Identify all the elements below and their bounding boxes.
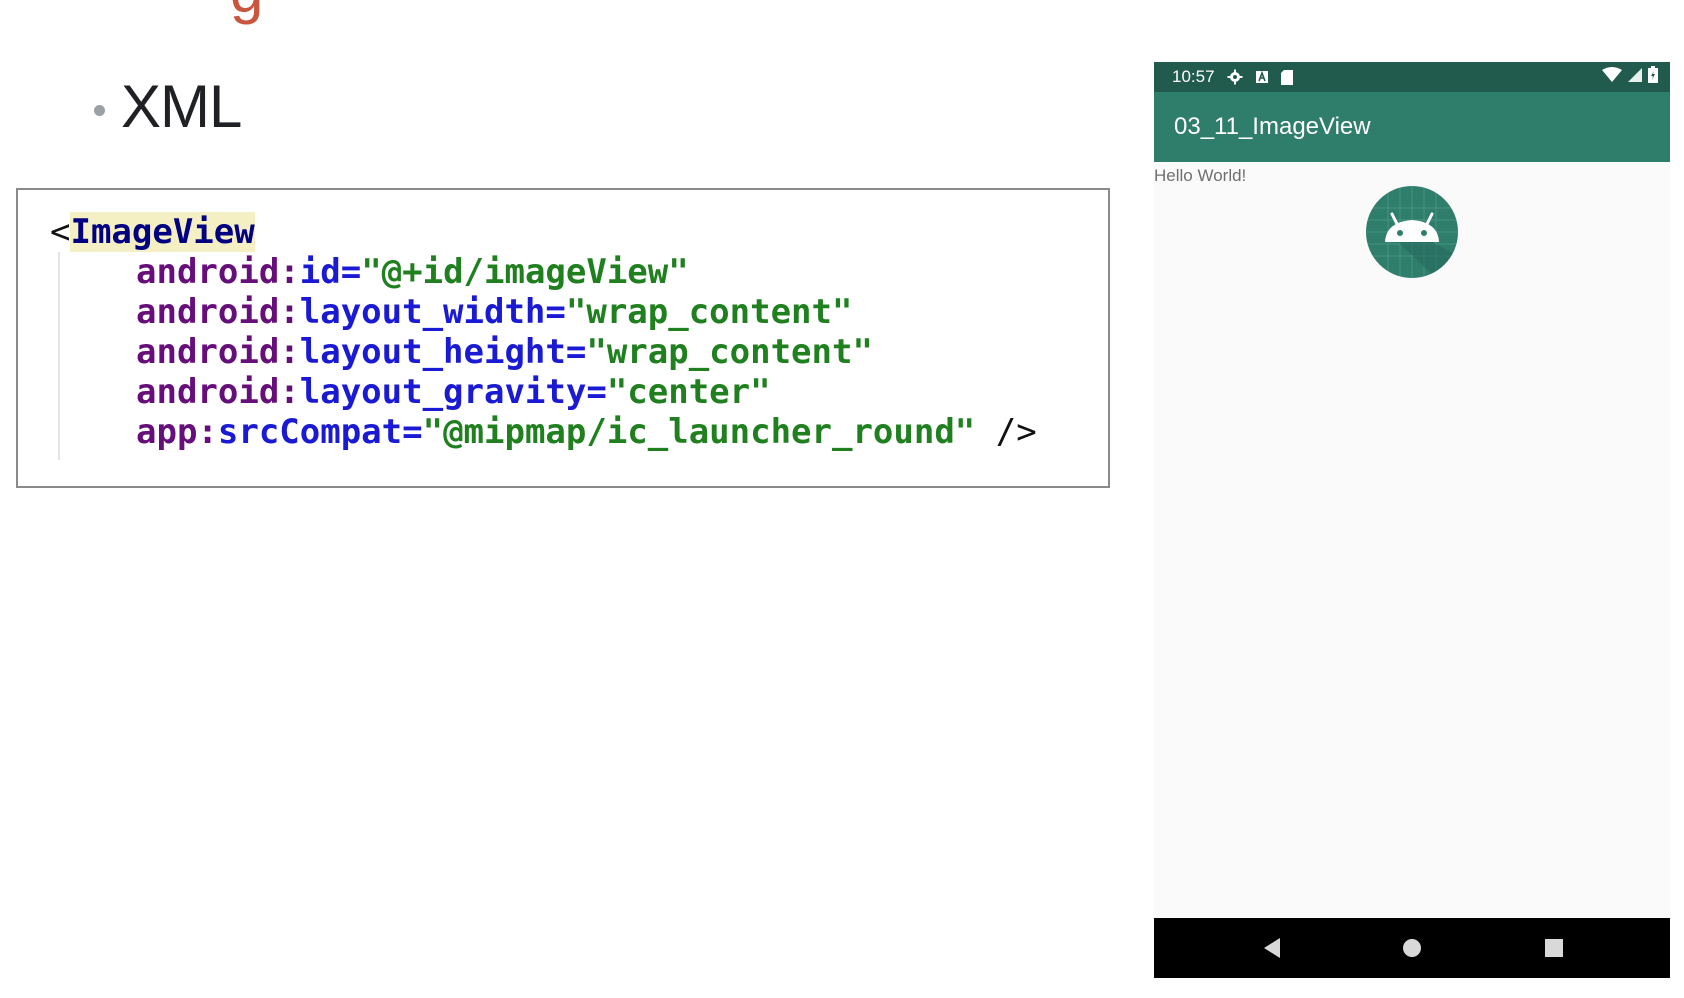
attr-value: "wrap_content" <box>565 292 853 332</box>
attr-name: srcCompat= <box>217 412 423 452</box>
status-bar: 10:57 <box>1154 62 1670 92</box>
status-time: 10:57 <box>1172 67 1215 86</box>
status-right-icons <box>1602 62 1658 92</box>
code-line-4: android:layout_height="wrap_content" <box>136 332 873 372</box>
settings-gear-icon <box>1227 69 1243 85</box>
app-title: 03_11_ImageView <box>1174 113 1371 140</box>
attr-namespace: android: <box>136 252 300 292</box>
home-icon[interactable] <box>1382 918 1442 978</box>
bullet-dot <box>94 105 105 116</box>
attr-value: "wrap_content" <box>586 332 873 372</box>
slide-title-fragment: g <box>230 0 263 22</box>
phone-screenshot: 10:57 03_11_ImageView Hello World! <box>1154 62 1670 978</box>
attr-namespace: android: <box>136 292 300 332</box>
indent-guide <box>58 252 60 460</box>
attr-value: "@mipmap/ic_launcher_round" <box>422 412 976 452</box>
battery-icon <box>1648 66 1658 88</box>
tag-self-close: /> <box>975 412 1037 452</box>
code-line-5: android:layout_gravity="center" <box>136 372 771 412</box>
sd-card-icon <box>1280 69 1293 85</box>
tag-name: ImageView <box>70 212 255 252</box>
attr-name: id= <box>299 252 362 292</box>
wifi-icon <box>1602 66 1622 88</box>
cell-signal-icon <box>1628 67 1642 87</box>
code-line-3: android:layout_width="wrap_content" <box>136 292 852 332</box>
code-line-2: android:id="@+id/imageView" <box>136 252 689 292</box>
android-launcher-icon <box>1366 186 1458 278</box>
attr-value: "@+id/imageView" <box>361 252 689 292</box>
xml-code-block: <ImageView android:id="@+id/imageView" a… <box>16 188 1110 488</box>
attr-namespace: android: <box>136 332 300 372</box>
code-line-1: <ImageView <box>50 212 255 252</box>
attr-namespace: app: <box>136 412 218 452</box>
tag-open-bracket: < <box>50 212 71 252</box>
code-line-6: app:srcCompat="@mipmap/ic_launcher_round… <box>136 412 1037 452</box>
attr-value: "center" <box>606 372 771 412</box>
navigation-bar <box>1154 918 1670 978</box>
attr-name: layout_height= <box>299 332 587 372</box>
back-icon[interactable] <box>1242 918 1302 978</box>
a-notification-icon <box>1255 70 1269 84</box>
bullet-text: XML <box>121 73 242 140</box>
bullet-item: XML <box>94 72 242 141</box>
app-toolbar: 03_11_ImageView <box>1154 92 1670 162</box>
attr-name: layout_gravity= <box>299 372 607 412</box>
attr-name: layout_width= <box>299 292 566 332</box>
hello-world-text: Hello World! <box>1154 166 1247 185</box>
recents-icon[interactable] <box>1524 918 1584 978</box>
attr-namespace: android: <box>136 372 300 412</box>
